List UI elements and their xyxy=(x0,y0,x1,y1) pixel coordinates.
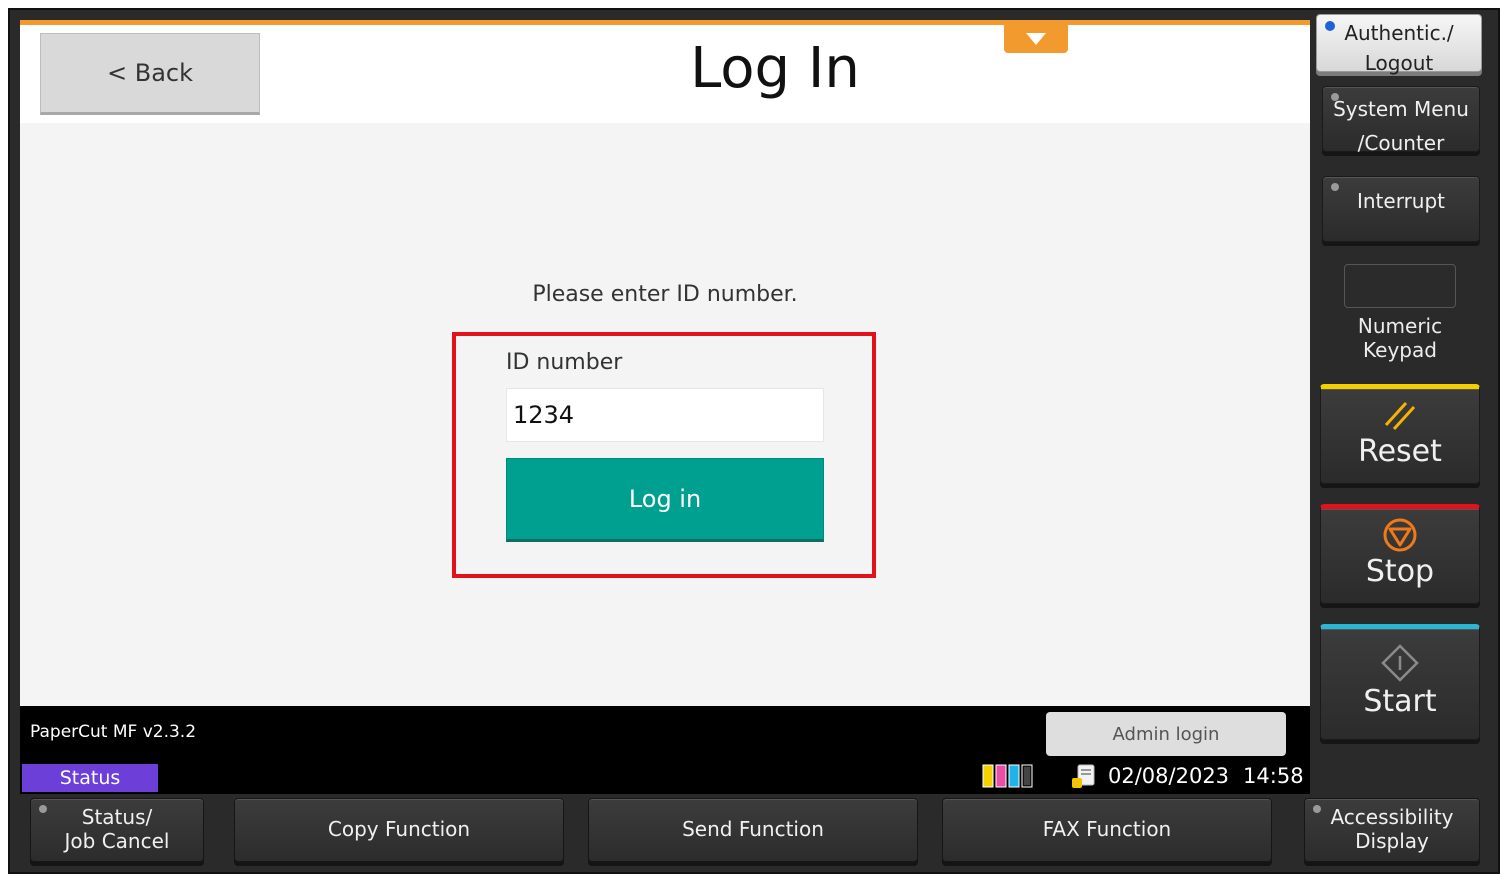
copy-function-button[interactable]: Copy Function xyxy=(234,798,564,862)
keypad-label-line2: Keypad xyxy=(1363,338,1437,362)
status-led xyxy=(39,805,47,813)
status-led xyxy=(1331,93,1339,101)
authentic-label-line2: Logout xyxy=(1364,51,1434,75)
status-job-cancel-button[interactable]: Status/ Job Cancel xyxy=(30,798,204,862)
status-job-label-line1: Status/ xyxy=(81,805,153,829)
chevron-down-icon xyxy=(1026,33,1046,45)
system-menu-counter-button[interactable]: System Menu /Counter xyxy=(1322,86,1480,155)
reset-button[interactable]: Reset xyxy=(1320,384,1480,484)
accessibility-label-line1: Accessibility xyxy=(1330,805,1454,829)
date-time: 02/08/2023 14:58 xyxy=(1108,764,1304,788)
status-bar: PaperCut MF v2.3.2 Status Admin login 02… xyxy=(20,706,1310,794)
page-title: Log In xyxy=(690,36,860,101)
authentic-logout-button[interactable]: Authentic./ Logout xyxy=(1316,14,1482,75)
status-job-label-line2: Job Cancel xyxy=(64,829,170,853)
interrupt-button[interactable]: Interrupt xyxy=(1322,176,1480,242)
numeric-keypad-label: Numeric Keypad xyxy=(1322,314,1478,362)
reset-icon xyxy=(1384,401,1416,431)
reset-label: Reset xyxy=(1358,434,1442,469)
authentic-label-line1: Authentic./ xyxy=(1344,21,1454,45)
numeric-keypad-button[interactable] xyxy=(1344,264,1456,308)
admin-login-button[interactable]: Admin login xyxy=(1046,712,1286,756)
expand-tab[interactable] xyxy=(1004,25,1068,53)
storage-icon xyxy=(1072,764,1095,788)
title-bar: Log In xyxy=(20,20,1310,118)
stop-icon xyxy=(1383,518,1417,552)
toner-level-icon xyxy=(982,764,1033,788)
date: 02/08/2023 xyxy=(1108,764,1230,788)
status-tab[interactable]: Status xyxy=(22,764,158,792)
id-number-input[interactable] xyxy=(506,388,824,442)
accessibility-display-button[interactable]: Accessibility Display xyxy=(1304,798,1480,862)
login-button[interactable]: Log in xyxy=(506,458,824,542)
app-version: PaperCut MF v2.3.2 xyxy=(30,722,197,742)
send-function-button[interactable]: Send Function xyxy=(588,798,918,862)
time: 14:58 xyxy=(1243,764,1304,788)
touch-screen: < Back Log In Please enter ID number. ID… xyxy=(20,20,1310,794)
start-button[interactable]: Start xyxy=(1320,624,1480,740)
keypad-label-line1: Numeric xyxy=(1357,314,1443,338)
status-led xyxy=(1331,183,1339,191)
fax-function-button[interactable]: FAX Function xyxy=(942,798,1272,862)
stop-button[interactable]: Stop xyxy=(1320,504,1480,604)
start-icon xyxy=(1381,644,1419,682)
id-number-label: ID number xyxy=(506,350,623,375)
start-label: Start xyxy=(1363,684,1437,719)
status-led xyxy=(1325,21,1335,31)
device-panel: < Back Log In Please enter ID number. ID… xyxy=(8,8,1500,874)
interrupt-label: Interrupt xyxy=(1356,189,1446,213)
status-led xyxy=(1313,805,1321,813)
login-prompt: Please enter ID number. xyxy=(532,282,798,307)
system-menu-label-line2: /Counter xyxy=(1357,131,1445,155)
system-menu-label-line1: System Menu xyxy=(1333,97,1469,121)
accessibility-label-line2: Display xyxy=(1355,829,1429,853)
stop-label: Stop xyxy=(1365,554,1435,589)
